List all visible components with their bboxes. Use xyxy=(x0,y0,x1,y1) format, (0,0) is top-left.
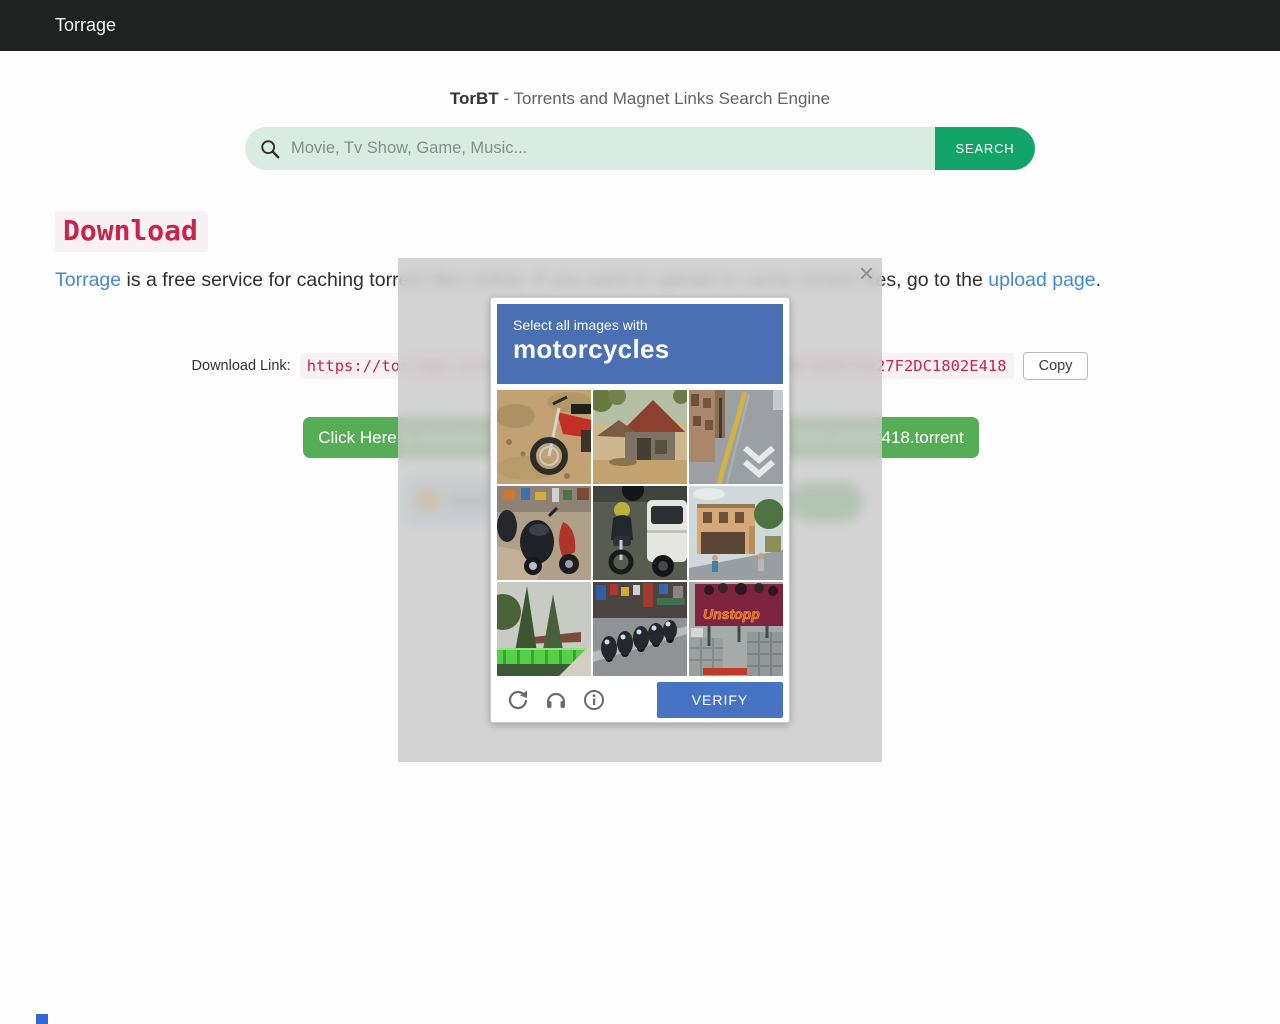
captcha-tile-4[interactable] xyxy=(497,486,591,580)
captcha-grid: Unstopp xyxy=(497,390,783,676)
captcha-tile-1[interactable] xyxy=(497,390,591,484)
headphones-icon[interactable] xyxy=(544,688,568,712)
captcha-tile-2[interactable] xyxy=(593,390,687,484)
site-title-bold: TorBT xyxy=(449,89,499,108)
search-icon xyxy=(259,138,281,160)
captcha-tile-8[interactable] xyxy=(593,582,687,676)
download-heading-text: Download xyxy=(55,211,208,252)
download-link-label: Download Link: xyxy=(191,358,291,374)
captcha-tile-3[interactable] xyxy=(689,390,783,484)
search-input[interactable] xyxy=(281,139,935,158)
close-icon[interactable]: × xyxy=(859,260,874,286)
captcha-overlay: × Select all images with motorcycles Uns… xyxy=(398,258,882,762)
info-icon[interactable] xyxy=(582,688,606,712)
intro-text-2: . xyxy=(1095,269,1102,291)
site-title-rest: - Torrents and Magnet Links Search Engin… xyxy=(503,89,831,108)
site-title: TorBT - Torrents and Magnet Links Search… xyxy=(0,89,1280,109)
captcha-footer: VERIFY xyxy=(497,676,783,723)
page: Torrage TorBT - Torrents and Magnet Link… xyxy=(0,0,1280,1024)
billboard-text: Unstopp xyxy=(703,606,760,622)
search-button[interactable]: SEARCH xyxy=(935,127,1035,170)
torrage-link[interactable]: Torrage xyxy=(55,269,121,291)
captcha-tile-6[interactable] xyxy=(689,486,783,580)
top-navbar: Torrage xyxy=(0,0,1280,51)
copy-button[interactable]: Copy xyxy=(1022,352,1089,380)
captcha-instruction-big: motorcycles xyxy=(513,334,670,364)
captcha-instructions: Select all images with motorcycles xyxy=(497,304,783,384)
download-section-heading: Download xyxy=(55,211,208,252)
bottom-left-fragment xyxy=(36,1014,48,1024)
brand-link[interactable]: Torrage xyxy=(55,15,116,36)
captcha-instruction-small: Select all images with xyxy=(513,317,648,333)
captcha-tile-5[interactable] xyxy=(593,486,687,580)
captcha-card: Select all images with motorcycles Unsto… xyxy=(490,297,790,723)
captcha-tile-7[interactable] xyxy=(497,582,591,676)
verify-button[interactable]: VERIFY xyxy=(657,681,783,718)
refresh-icon[interactable] xyxy=(506,688,530,712)
captcha-tile-9[interactable]: Unstopp xyxy=(689,582,783,676)
upload-page-link[interactable]: upload page xyxy=(988,269,1095,291)
search-bar: SEARCH xyxy=(245,127,1035,170)
